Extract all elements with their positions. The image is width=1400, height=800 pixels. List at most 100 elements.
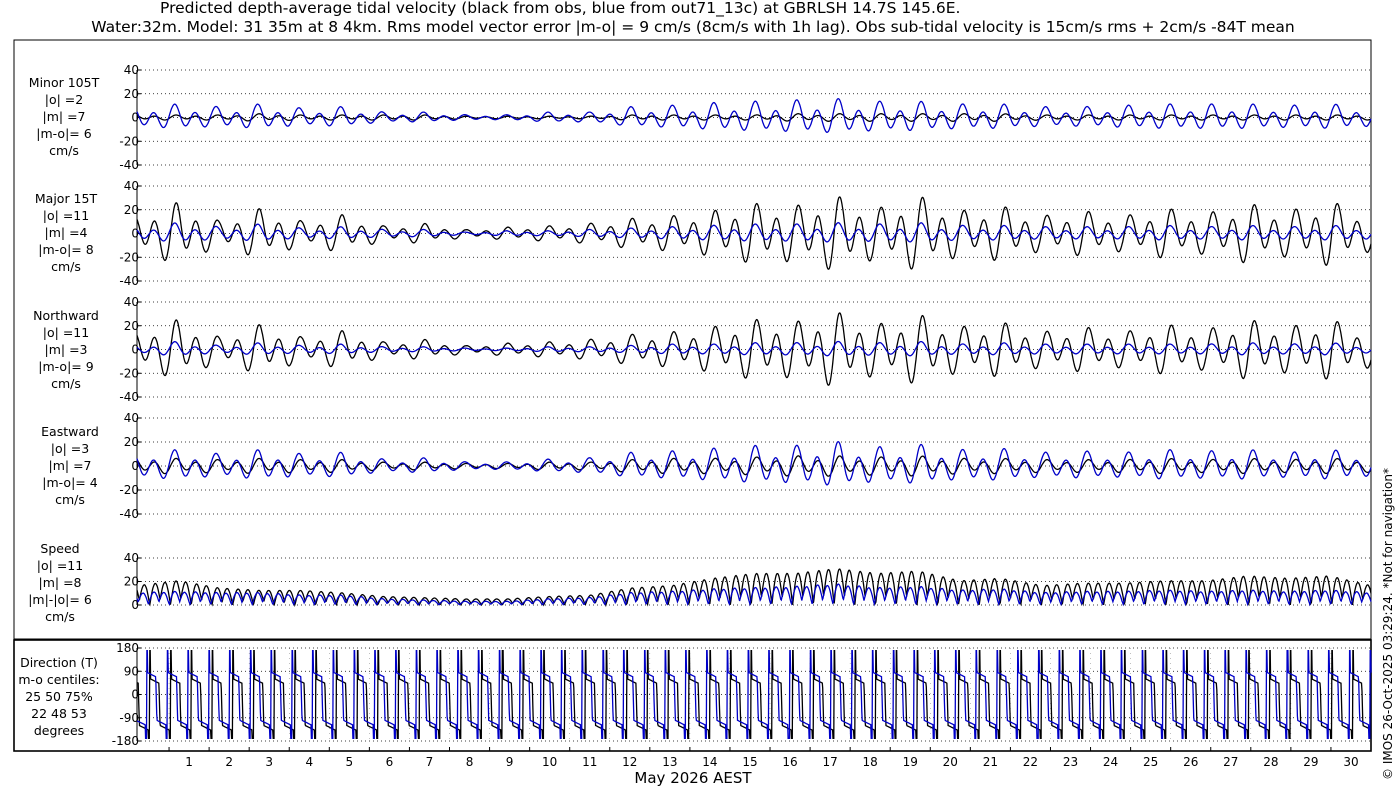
- y-tick-label: 180: [116, 641, 139, 655]
- panel-major-label-4: |m-o|= 8: [38, 242, 93, 257]
- credit-text: © IMOS 26-Oct-2025 03:29:24. *Not for na…: [1381, 468, 1395, 780]
- panel-northward-label-1: Northward: [33, 308, 99, 323]
- y-tick-label: 0: [131, 227, 139, 241]
- y-tick-label: 40: [124, 295, 139, 309]
- x-tick-label: 22: [1023, 755, 1038, 769]
- panel-major-label-2: |o| =11: [43, 208, 89, 223]
- x-tick-label: 27: [1223, 755, 1238, 769]
- y-tick-label: 20: [124, 87, 139, 101]
- panel-eastward-label-5: cm/s: [55, 492, 85, 507]
- y-tick-label: 20: [124, 575, 139, 589]
- panel-eastward-label-1: Eastward: [41, 424, 99, 439]
- panel-eastward: Eastward |o| =3 |m| =7 |m-o|= 4 cm/s -40…: [41, 411, 1372, 521]
- y-tick-label: -180: [112, 734, 139, 748]
- x-tick-label: 2: [225, 755, 233, 769]
- panel-minor: Minor 105T |o| =2 |m| =7 |m-o|= 6 cm/s -…: [29, 63, 1372, 172]
- y-tick-label: 20: [124, 319, 139, 333]
- y-tick-label: -90: [119, 711, 139, 725]
- y-tick-label: -20: [119, 366, 139, 380]
- y-tick-label: 0: [131, 343, 139, 357]
- x-tick-label: 13: [662, 755, 677, 769]
- x-tick-label: 30: [1343, 755, 1358, 769]
- obs-series-line: [136, 568, 1372, 608]
- model-series-line: [136, 222, 1372, 243]
- panel-northward: Northward |o| =11 |m| =3 |m-o|= 9 cm/s -…: [33, 295, 1372, 404]
- x-tick-label: 19: [903, 755, 918, 769]
- panel-direction: Direction (T) m-o centiles: 25 50 75% 22…: [18, 641, 1372, 748]
- x-tick-label: 15: [742, 755, 757, 769]
- x-tick-label: 29: [1303, 755, 1318, 769]
- model-series-line: [136, 583, 1372, 607]
- panel-eastward-label-4: |m-o|= 4: [42, 475, 97, 490]
- panel-speed-label-2: |o| =11: [37, 558, 83, 573]
- panel-direction-label-4: 22 48 53: [31, 706, 87, 721]
- x-tick-label: 17: [822, 755, 837, 769]
- panel-speed: Speed |o| =11 |m| =8 |m|-|o|= 6 cm/s 020…: [28, 541, 1372, 624]
- panel-eastward-label-3: |m| =7: [49, 458, 92, 473]
- panel-major-label-5: cm/s: [51, 259, 81, 274]
- x-tick-label: 7: [426, 755, 434, 769]
- x-tick-label: 14: [702, 755, 717, 769]
- y-tick-label: -40: [119, 158, 139, 172]
- y-tick-label: 20: [124, 435, 139, 449]
- model-series-line: [136, 441, 1372, 486]
- x-tick-label: 24: [1103, 755, 1118, 769]
- y-tick-label: 40: [124, 179, 139, 193]
- y-tick-label: 20: [124, 203, 139, 217]
- panel-speed-label-1: Speed: [40, 541, 79, 556]
- panel-northward-label-5: cm/s: [51, 376, 81, 391]
- x-tick-label: 1: [185, 755, 193, 769]
- y-tick-label: -40: [119, 507, 139, 521]
- x-tick-label: 4: [305, 755, 313, 769]
- y-tick-label: -40: [119, 390, 139, 404]
- x-tick-label: 16: [782, 755, 797, 769]
- panel-minor-label-4: |m-o|= 6: [36, 126, 91, 141]
- y-tick-label: -20: [119, 250, 139, 264]
- x-axis-label: May 2026 AEST: [634, 769, 752, 787]
- x-tick-label: 28: [1263, 755, 1278, 769]
- panel-minor-label-1: Minor 105T: [29, 75, 100, 90]
- x-tick-label: 18: [863, 755, 878, 769]
- y-tick-label: -20: [119, 483, 139, 497]
- x-tick-label: 6: [386, 755, 394, 769]
- panel-major-label-3: |m| =4: [45, 225, 88, 240]
- y-tick-label: 40: [124, 411, 139, 425]
- panel-direction-label-2: m-o centiles:: [18, 672, 99, 687]
- y-tick-label: 40: [124, 63, 139, 77]
- x-tick-label: 9: [506, 755, 514, 769]
- panel-minor-label-5: cm/s: [49, 143, 79, 158]
- panel-minor-label-3: |m| =7: [43, 109, 86, 124]
- x-tick-label: 25: [1143, 755, 1158, 769]
- direction-axes-frame: [13, 639, 1372, 752]
- x-tick-label: 23: [1063, 755, 1078, 769]
- x-tick-label: 11: [582, 755, 597, 769]
- x-tick-label: 10: [542, 755, 557, 769]
- y-tick-label: 90: [124, 664, 139, 678]
- tidal-velocity-figure: Predicted depth-average tidal velocity (…: [13, 0, 1395, 787]
- figure-title-line-2: Water:32m. Model: 31 35m at 8 4km. Rms m…: [91, 18, 1295, 36]
- panel-major: Major 15T |o| =11 |m| =4 |m-o|= 8 cm/s -…: [35, 179, 1372, 288]
- x-tick-label: 3: [265, 755, 273, 769]
- x-tick-label: 5: [346, 755, 354, 769]
- x-tick-label: 21: [983, 755, 998, 769]
- y-tick-label: -20: [119, 134, 139, 148]
- panel-northward-label-4: |m-o|= 9: [38, 359, 93, 374]
- x-tick-label: 26: [1183, 755, 1198, 769]
- y-tick-label: 40: [124, 551, 139, 565]
- x-tick-label: 20: [943, 755, 958, 769]
- panel-direction-label-3: 25 50 75%: [25, 689, 93, 704]
- x-tick-label: 12: [622, 755, 637, 769]
- x-tick-label: 8: [466, 755, 474, 769]
- panel-speed-label-5: cm/s: [45, 609, 75, 624]
- panel-minor-label-2: |o| =2: [45, 92, 83, 107]
- panel-direction-label-5: degrees: [34, 723, 84, 738]
- panel-northward-label-2: |o| =11: [43, 325, 89, 340]
- y-tick-label: -40: [119, 274, 139, 288]
- panel-direction-label-1: Direction (T): [20, 655, 98, 670]
- panel-eastward-label-2: |o| =3: [51, 441, 89, 456]
- panel-northward-label-3: |m| =3: [45, 342, 88, 357]
- panel-speed-label-3: |m| =8: [39, 575, 82, 590]
- panel-speed-label-4: |m|-|o|= 6: [28, 592, 92, 607]
- panel-major-label-1: Major 15T: [35, 191, 98, 206]
- figure-title-line-1: Predicted depth-average tidal velocity (…: [160, 0, 960, 18]
